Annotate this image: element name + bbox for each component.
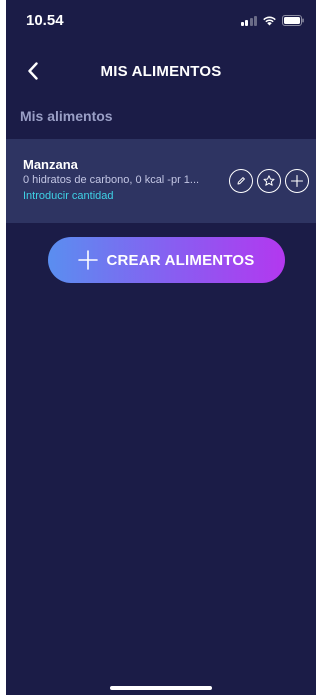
home-indicator[interactable] xyxy=(110,686,212,690)
food-item-actions xyxy=(229,169,309,193)
edit-button[interactable] xyxy=(229,169,253,193)
section-header: Mis alimentos xyxy=(20,108,113,124)
status-icons xyxy=(240,13,305,27)
signal-icon xyxy=(240,15,257,26)
wifi-icon xyxy=(262,15,277,26)
status-bar: 10.54 xyxy=(6,0,316,44)
add-button[interactable] xyxy=(285,169,309,193)
create-food-button[interactable]: CREAR ALIMENTOS xyxy=(48,237,285,283)
food-details: 0 hidratos de carbono, 0 kcal -pr 1... xyxy=(23,174,200,186)
battery-icon xyxy=(282,14,304,26)
favorite-button[interactable] xyxy=(257,169,281,193)
app-screen: 10.54 MIS ALIMENTOS Mis alimentos Manzan… xyxy=(6,0,316,695)
page-title: MIS ALIMENTOS xyxy=(100,63,222,80)
status-time: 10.54 xyxy=(26,12,64,29)
create-food-label: CREAR ALIMENTOS xyxy=(106,251,255,269)
plus-icon xyxy=(78,250,99,270)
edit-icon xyxy=(237,177,245,185)
star-icon xyxy=(263,175,275,186)
add-icon xyxy=(290,174,304,188)
navigation-bar: MIS ALIMENTOS xyxy=(6,52,316,90)
enter-quantity-link[interactable]: Introducir cantidad xyxy=(23,190,114,202)
food-name: Manzana xyxy=(23,157,78,172)
food-item-card[interactable]: Manzana 0 hidratos de carbono, 0 kcal -p… xyxy=(6,139,316,223)
